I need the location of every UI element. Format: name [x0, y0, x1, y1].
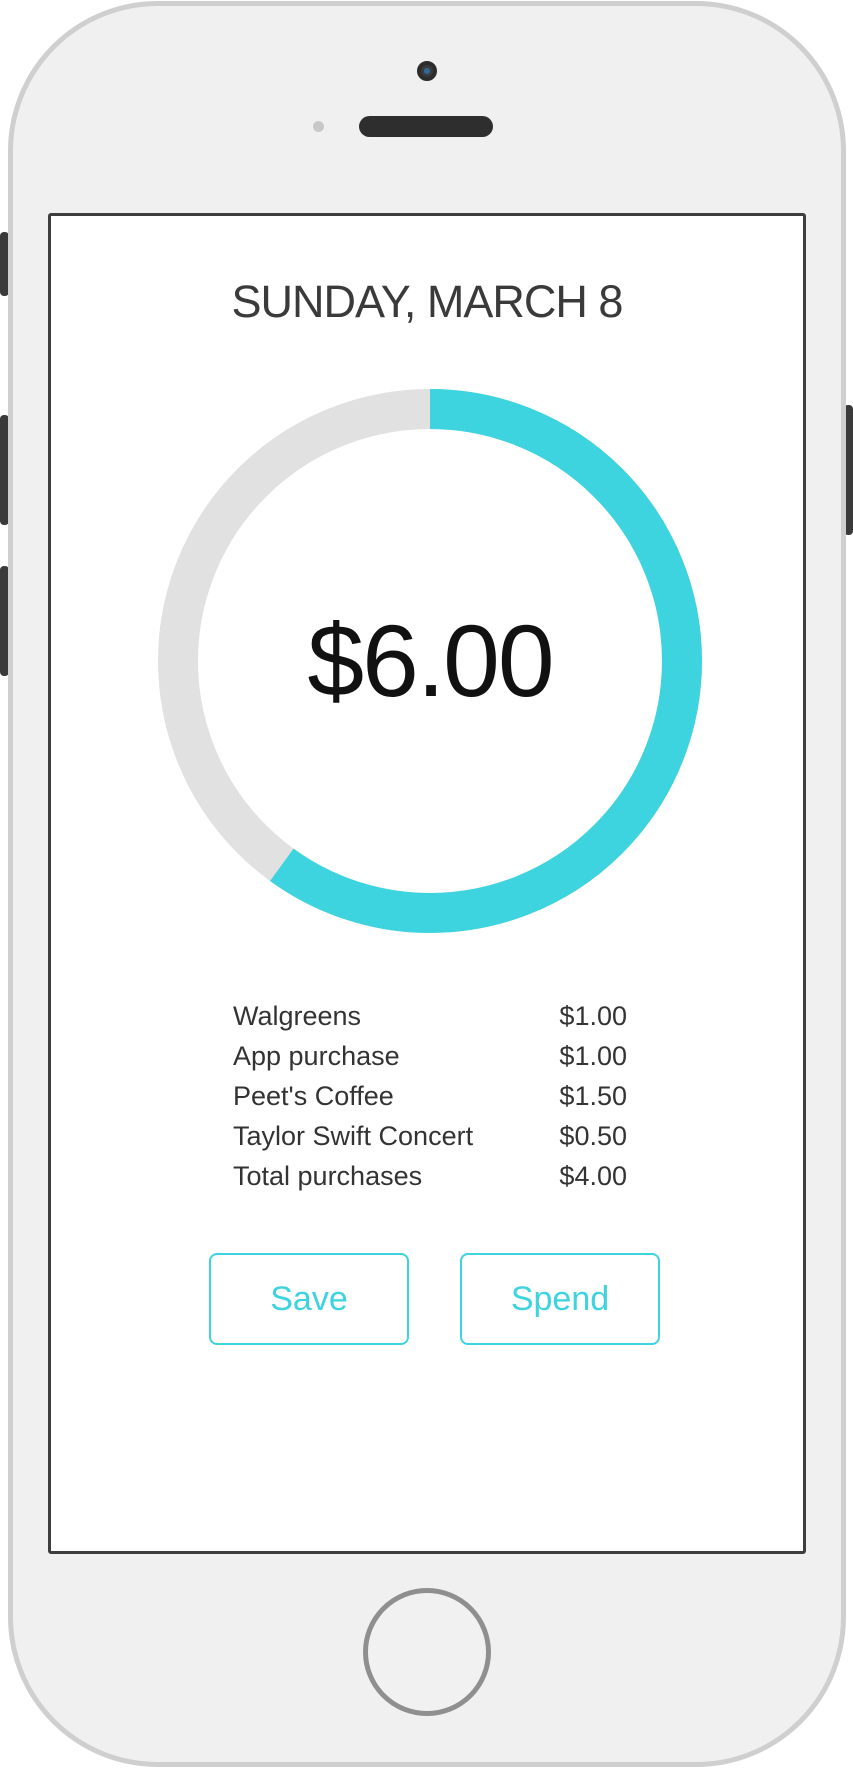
- purchase-name: Total purchases: [233, 1161, 423, 1191]
- proximity-sensor: [313, 121, 324, 132]
- earpiece-speaker: [359, 116, 493, 137]
- balance-ring: $6.00: [158, 389, 702, 933]
- purchase-name: Taylor Swift Concert: [233, 1121, 474, 1151]
- save-button[interactable]: Save: [209, 1253, 409, 1345]
- purchase-amount: $1.00: [559, 1001, 627, 1031]
- purchase-row: App purchase $1.00: [233, 1036, 627, 1076]
- spend-button[interactable]: Spend: [460, 1253, 660, 1345]
- purchase-name: Peet's Coffee: [233, 1081, 394, 1111]
- purchase-name: Walgreens: [233, 1001, 362, 1031]
- purchase-row: Total purchases $4.00: [233, 1156, 627, 1196]
- home-button[interactable]: [363, 1588, 491, 1716]
- purchase-amount: $1.50: [559, 1081, 627, 1111]
- action-buttons: Save Spend: [209, 1253, 660, 1345]
- purchase-row: Walgreens $1.00: [233, 996, 627, 1036]
- purchase-amount: $1.00: [559, 1041, 627, 1071]
- purchase-row: Taylor Swift Concert $0.50: [233, 1116, 627, 1156]
- purchase-amount: $0.50: [559, 1121, 627, 1151]
- app-screen: SUNDAY, MARCH 8 $6.00 Walgreens $1.00 App …: [48, 213, 806, 1554]
- purchase-row: Peet's Coffee $1.50: [233, 1076, 627, 1116]
- phone-mockup: SUNDAY, MARCH 8 $6.00 Walgreens $1.00 App …: [0, 0, 853, 1771]
- purchase-amount: $4.00: [559, 1161, 627, 1191]
- balance-amount: $6.00: [307, 603, 554, 718]
- purchase-list: Walgreens $1.00 App purchase $1.00 Peet's Co…: [233, 996, 627, 1196]
- date-heading: SUNDAY, MARCH 8: [231, 276, 624, 327]
- front-camera: [417, 61, 437, 81]
- purchase-name: App purchase: [233, 1041, 400, 1071]
